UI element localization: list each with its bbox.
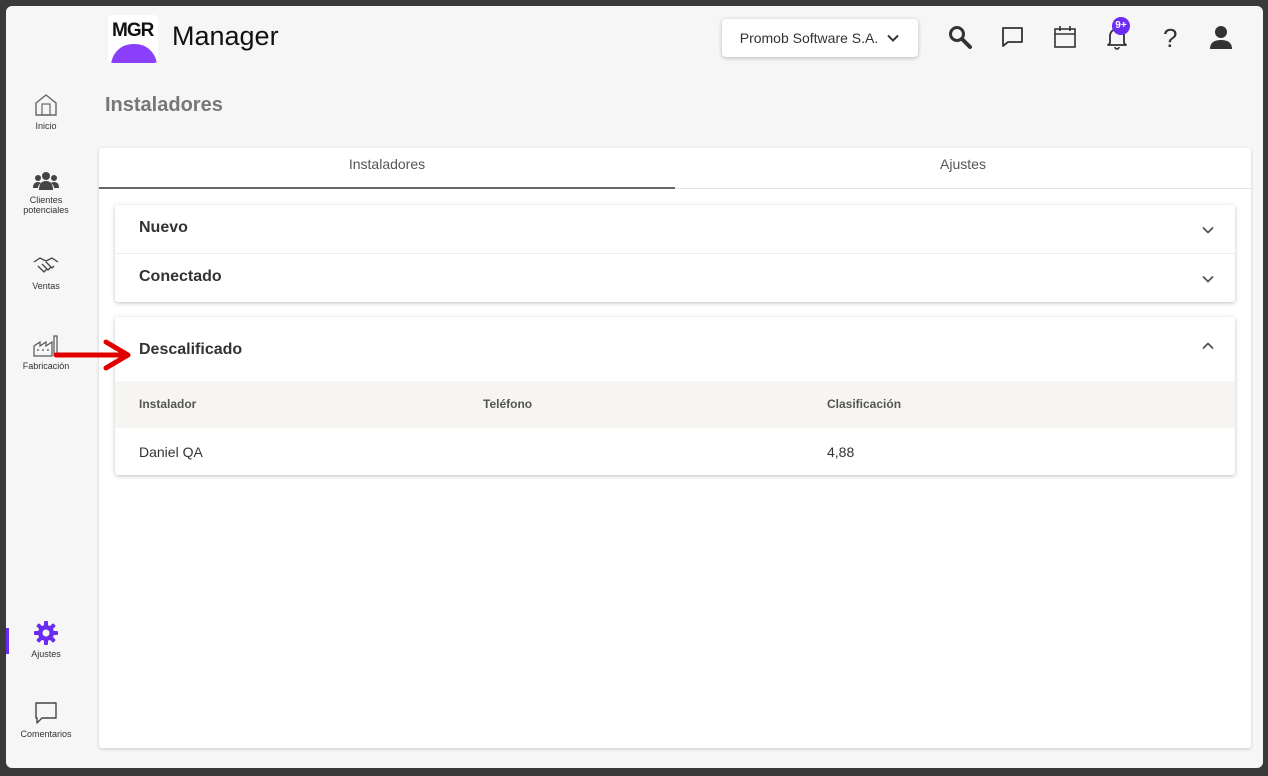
annotation-arrow	[54, 339, 131, 371]
page-title: Instaladores	[105, 94, 223, 116]
svg-text:?: ?	[1163, 24, 1177, 50]
table-row[interactable]: Daniel QA 4,88	[115, 428, 1235, 475]
cell-clasificacion: 4,88	[827, 444, 855, 460]
company-selector[interactable]: Promob Software S.A.	[722, 19, 918, 57]
company-selector-label: Promob Software S.A.	[739, 30, 879, 46]
help-icon[interactable]: ?	[1156, 23, 1182, 53]
sidebar-item-ventas[interactable]: Ventas	[6, 254, 86, 291]
tab-ajustes[interactable]: Ajustes	[675, 148, 1251, 187]
notification-badge: 9+	[1112, 17, 1130, 35]
accordion-descalificado-panel: Descalificado Instalador Teléfono Clasif…	[115, 317, 1235, 475]
chevron-down-icon	[1202, 275, 1214, 283]
accordion-nuevo[interactable]: Nuevo	[115, 205, 1235, 253]
tab-instaladores[interactable]: Instaladores	[99, 148, 675, 189]
accordion-conectado[interactable]: Conectado	[115, 254, 1235, 302]
calendar-icon[interactable]	[1052, 24, 1078, 50]
column-header-instalador[interactable]: Instalador	[139, 397, 196, 411]
user-icon[interactable]	[1208, 24, 1234, 50]
table-header: Instalador Teléfono Clasificación	[115, 381, 1235, 428]
chevron-down-icon	[1202, 226, 1214, 234]
people-icon	[33, 172, 59, 190]
accordion-group-top: Nuevo Conectado	[115, 205, 1235, 302]
sidebar-item-label: Comentarios	[20, 729, 72, 739]
top-bar: MGR Manager Promob Software S.A. 9+ ?	[6, 6, 1263, 80]
logo-text: MGR	[112, 20, 154, 41]
chevron-down-icon	[886, 31, 900, 45]
cell-instalador: Daniel QA	[139, 444, 203, 460]
logo-shape	[111, 44, 157, 63]
sidebar-item-label: Ajustes	[31, 649, 61, 659]
app-title: Manager	[172, 21, 279, 51]
app-logo[interactable]: MGR	[108, 15, 158, 63]
sidebar-item-label: Inicio	[35, 121, 57, 131]
gear-icon	[34, 621, 58, 645]
accordion-title: Nuevo	[139, 219, 188, 236]
accordion-title: Descalificado	[139, 341, 243, 358]
column-header-telefono[interactable]: Teléfono	[483, 397, 532, 411]
sidebar-item-comentarios[interactable]: Comentarios	[6, 700, 86, 739]
search-icon[interactable]	[947, 24, 973, 50]
chevron-up-icon	[1202, 342, 1214, 350]
comment-icon	[35, 702, 57, 724]
column-header-clasificacion[interactable]: Clasificación	[827, 397, 901, 411]
content-card: Instaladores Ajustes Nuevo Conectado Des…	[99, 148, 1251, 748]
accordion-descalificado[interactable]: Descalificado	[115, 317, 1235, 381]
sidebar-item-inicio[interactable]: Inicio	[6, 92, 86, 131]
app-window: MGR Manager Promob Software S.A. 9+ ? In…	[6, 6, 1263, 768]
handshake-icon	[33, 257, 59, 273]
sidebar-item-label: Clientes potenciales	[23, 195, 69, 215]
tab-bar: Instaladores Ajustes	[99, 148, 1251, 189]
sidebar-item-ajustes[interactable]: Ajustes	[6, 620, 86, 659]
sidebar-item-label: Ventas	[32, 281, 60, 291]
home-icon	[35, 94, 57, 116]
accordion-title: Conectado	[139, 268, 222, 285]
chat-icon[interactable]	[1000, 24, 1026, 50]
sidebar-item-clientes-potenciales[interactable]: Clientes potenciales	[6, 170, 86, 215]
